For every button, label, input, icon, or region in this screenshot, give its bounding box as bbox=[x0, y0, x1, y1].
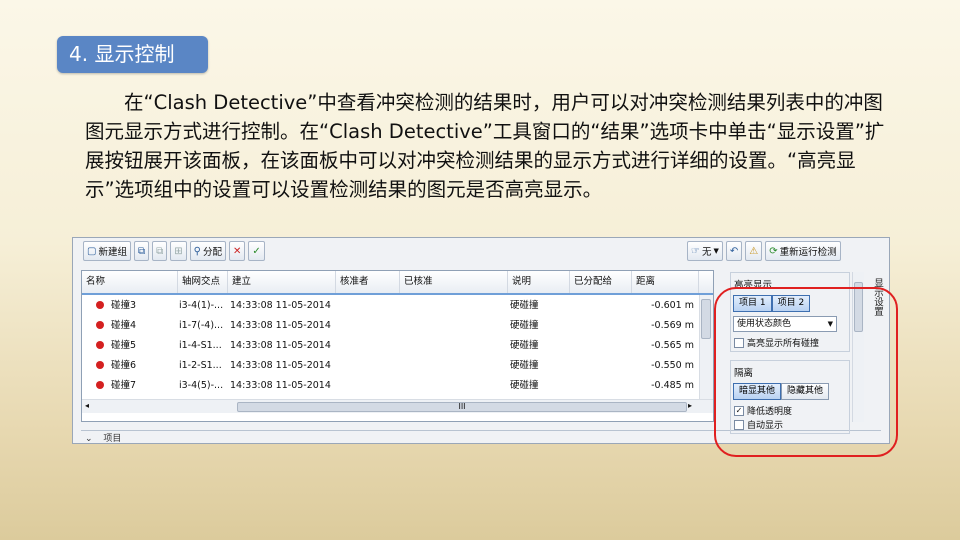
collapse-icon[interactable]: ⌄ bbox=[85, 434, 93, 443]
approve-icon: ✓ bbox=[252, 245, 261, 257]
explode-icon-button[interactable]: ⊞ bbox=[170, 241, 187, 261]
table-row[interactable]: 碰撞4 i1-7(-4)... 14:33:08 11-05-2014 硬碰撞 … bbox=[82, 316, 713, 336]
table-header: 名称 轴网交点 建立 核准者 已核准 说明 已分配给 距离 bbox=[82, 271, 713, 295]
unassign-icon: ✕ bbox=[232, 245, 242, 257]
ungroup-icon-button[interactable]: ⧉ bbox=[152, 241, 168, 261]
compact-icon: ⚠ bbox=[749, 245, 759, 257]
status-dot-icon bbox=[96, 301, 104, 309]
results-table: 名称 轴网交点 建立 核准者 已核准 说明 已分配给 距离 碰撞3 i3-4(1… bbox=[81, 270, 714, 422]
table-row[interactable]: 碰撞7 i3-4(5)-... 14:33:08 11-05-2014 硬碰撞 … bbox=[82, 376, 713, 396]
slide-title: 4. 显示控制 bbox=[57, 36, 208, 73]
results-toolbar: ▢ 新建组 ⧉ ⧉ ⊞ ⚲ 分配 ✕ ✓ bbox=[83, 241, 265, 263]
refresh-icon: ⟳ bbox=[769, 245, 778, 257]
scroll-thumb[interactable]: III bbox=[237, 402, 687, 412]
assign-icon: ⚲ bbox=[193, 245, 201, 257]
approve-button[interactable]: ✓ bbox=[248, 241, 265, 261]
rerun-test-button[interactable]: ⟳ 重新运行检测 bbox=[765, 241, 841, 261]
column-header[interactable]: 建立 bbox=[228, 271, 336, 293]
column-header[interactable]: 已核准 bbox=[400, 271, 508, 293]
reset-button[interactable]: ↶ bbox=[725, 241, 743, 261]
group-icon-button[interactable]: ⧉ bbox=[133, 241, 150, 261]
compact-button[interactable]: ⚠ bbox=[745, 241, 763, 261]
table-row[interactable]: 碰撞6 i1-2-S1... 14:33:08 11-05-2014 硬碰撞 -… bbox=[82, 356, 713, 376]
scroll-right-icon[interactable]: ▸ bbox=[688, 401, 692, 410]
results-toolbar-right: ☞ 无 ▼ ↶ ⚠ ⟳ 重新运行检测 bbox=[687, 241, 841, 263]
ungroup-icon: ⧉ bbox=[156, 245, 164, 257]
description-paragraph: 在“Clash Detective”中查看冲突检测的结果时，用户可以对冲突检测结… bbox=[85, 91, 885, 201]
status-dot-icon bbox=[96, 381, 104, 389]
highlight-annotation-circle bbox=[714, 287, 898, 457]
undo-icon: ↶ bbox=[729, 245, 739, 257]
assign-button[interactable]: ⚲ 分配 bbox=[189, 241, 226, 261]
column-header[interactable]: 已分配给 bbox=[570, 271, 632, 293]
column-header[interactable]: 核准者 bbox=[336, 271, 400, 293]
table-vertical-scrollbar[interactable] bbox=[699, 295, 713, 399]
status-dot-icon bbox=[96, 361, 104, 369]
status-dropdown[interactable]: ☞ 无 ▼ bbox=[687, 241, 723, 261]
new-group-button[interactable]: ▢ 新建组 bbox=[83, 241, 131, 261]
status-icon: ☞ bbox=[691, 245, 700, 257]
chevron-down-icon: ▼ bbox=[713, 247, 719, 255]
column-header[interactable]: 说明 bbox=[508, 271, 570, 293]
unassign-button[interactable]: ✕ bbox=[228, 241, 246, 261]
status-dot-icon bbox=[96, 321, 104, 329]
new-group-icon: ▢ bbox=[87, 245, 97, 257]
table-row[interactable]: 碰撞3 i3-4(1)-... 14:33:08 11-05-2014 硬碰撞 … bbox=[82, 296, 713, 316]
column-header[interactable]: 距离 bbox=[632, 271, 699, 293]
column-header[interactable]: 轴网交点 bbox=[178, 271, 228, 293]
status-dot-icon bbox=[96, 341, 104, 349]
description-text: 在“Clash Detective”中查看冲突检测的结果时，用户可以对冲突检测结… bbox=[85, 88, 897, 204]
column-header[interactable]: 名称 bbox=[82, 271, 178, 293]
table-horizontal-scrollbar[interactable]: ◂ III ▸ bbox=[82, 399, 713, 413]
table-row[interactable]: 碰撞5 i1-4-S1... 14:33:08 11-05-2014 硬碰撞 -… bbox=[82, 336, 713, 356]
explode-icon: ⊞ bbox=[174, 245, 183, 257]
group-icon: ⧉ bbox=[137, 245, 146, 257]
scroll-left-icon[interactable]: ◂ bbox=[85, 401, 89, 410]
